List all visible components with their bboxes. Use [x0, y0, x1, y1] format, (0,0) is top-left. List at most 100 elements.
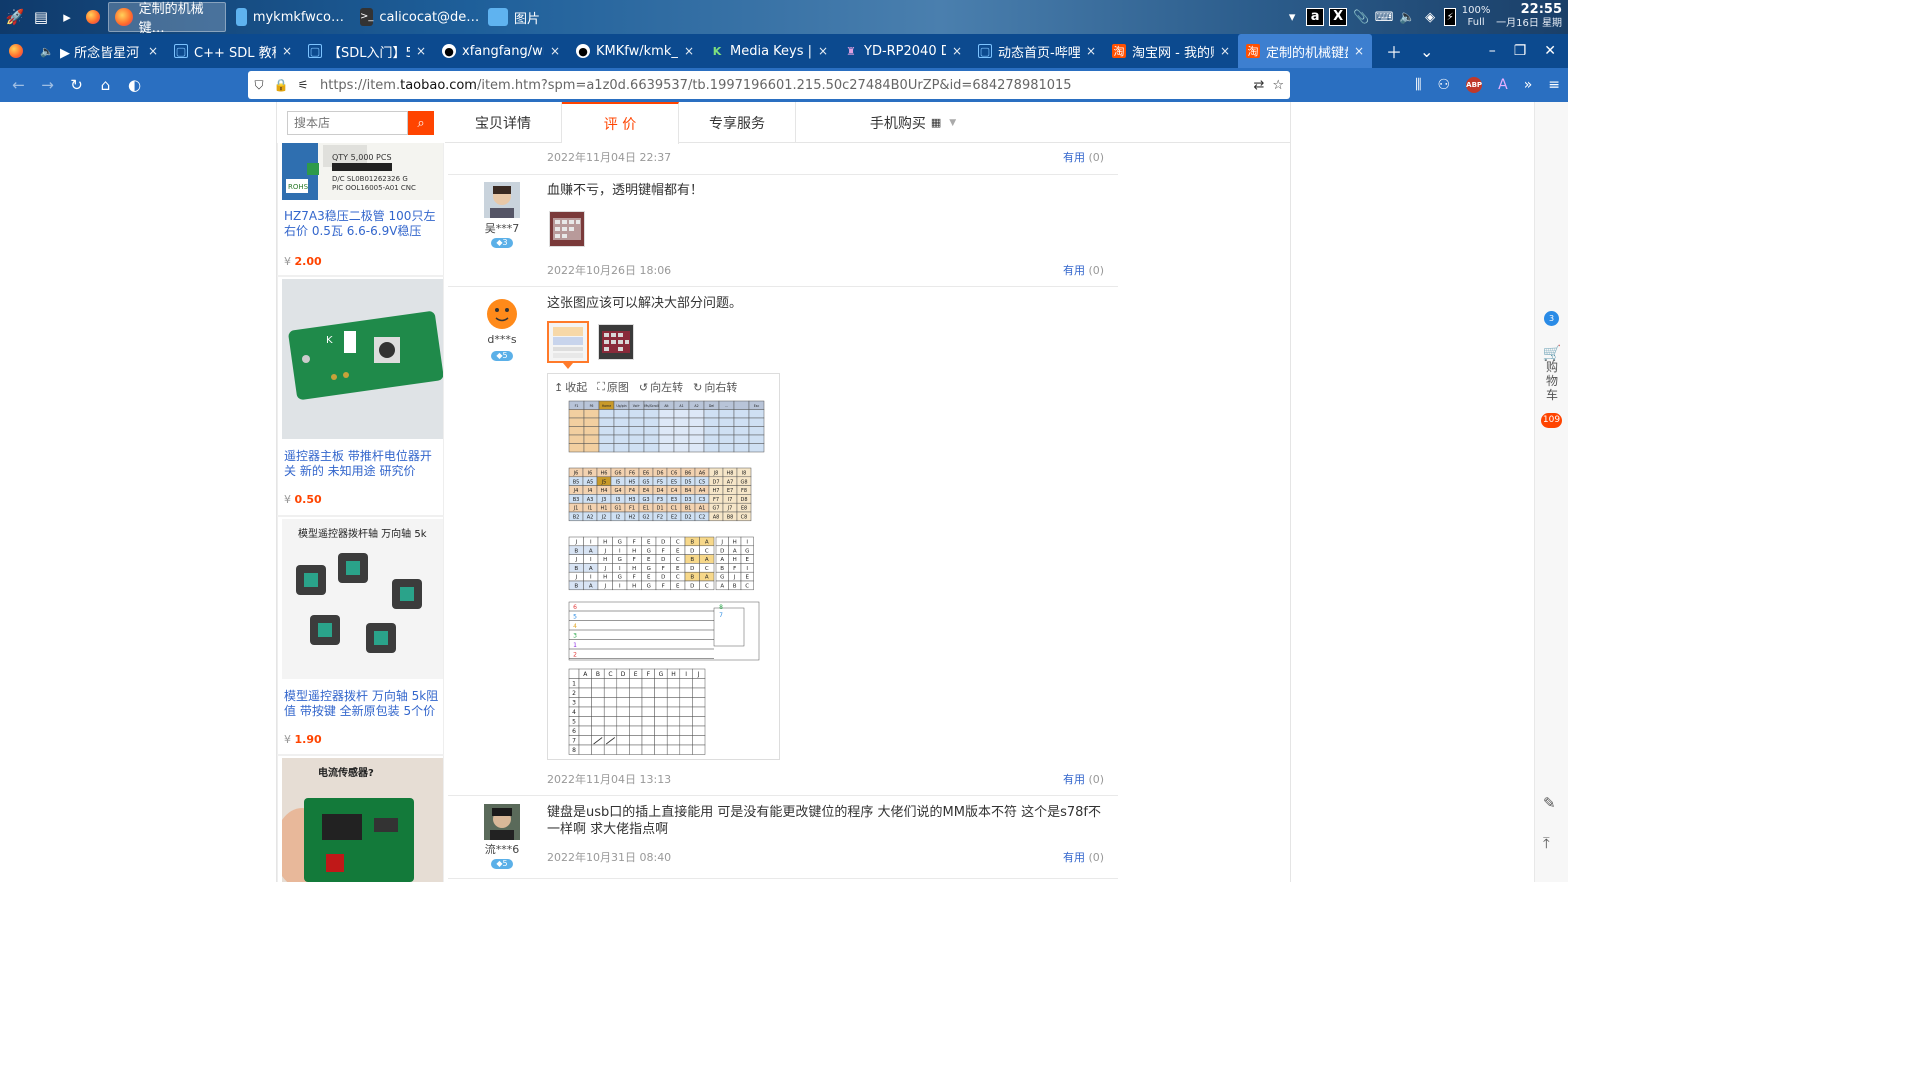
task-file-manager[interactable]: mykmkfwco…	[230, 2, 350, 32]
input-method-a-icon[interactable]: a	[1306, 8, 1325, 26]
url-text[interactable]: https://item.taobao.com/item.htm?spm=a1z…	[320, 78, 1253, 93]
firefox-view-button[interactable]	[0, 44, 32, 58]
reviewer-name[interactable]: 流***6	[477, 841, 527, 857]
review-photo-thumb-selected[interactable]	[547, 321, 589, 363]
tab-services[interactable]: 专享服务	[679, 102, 796, 143]
tab-close-icon[interactable]: ×	[818, 44, 828, 58]
useful-button[interactable]: 有用 (0)	[1063, 149, 1104, 165]
tab-close-icon[interactable]: ×	[1220, 44, 1230, 58]
translate-extension-icon[interactable]: A	[1498, 77, 1508, 93]
tab-bilibili-feed[interactable]: ▢ 动态首页-哔哩哔 ×	[970, 34, 1104, 68]
firefox-launcher-icon[interactable]	[82, 6, 104, 28]
lock-icon[interactable]: 🔒	[270, 78, 292, 92]
product-image[interactable]: 电流传感器?	[274, 758, 443, 882]
address-bar[interactable]: ⛉ 🔒 ⚟ https://item.taobao.com/item.htm?s…	[248, 71, 1290, 99]
restore-button[interactable]: ❐	[1514, 43, 1527, 59]
tab-mobile-buy[interactable]: 手机购买 ▦ ▼	[796, 102, 1030, 143]
task-images-folder[interactable]: 图片	[482, 2, 602, 32]
minimize-button[interactable]: –	[1489, 43, 1496, 59]
grid-cell-label: E	[676, 548, 680, 554]
task-terminal[interactable]: >_ calicocat@de…	[354, 2, 479, 32]
useful-button[interactable]: 有用 (0)	[1063, 262, 1104, 278]
keyboard-matrix-image[interactable]: F1 F6 Home Up/pin Vol+ Ms/Scroll Alt A1 A2 Del… Es…	[548, 374, 781, 761]
close-window-button[interactable]: ✕	[1544, 43, 1556, 59]
tab-kmk-media-keys[interactable]: K Media Keys | KM ×	[702, 34, 836, 68]
review-photo-thumb[interactable]	[549, 211, 585, 247]
grid-cell	[578, 678, 592, 689]
product-title[interactable]: 模型遥控器拨杆 万向轴 5k阻值 带按键 全新原包装 5个价	[284, 689, 442, 719]
tab-close-icon[interactable]: ×	[1354, 44, 1364, 58]
avatar[interactable]	[484, 182, 520, 218]
terminal-launcher-icon[interactable]: ▸	[56, 6, 78, 28]
tray-expand-icon[interactable]: ▾	[1283, 8, 1301, 26]
product-image[interactable]: K	[282, 279, 444, 439]
shield-icon[interactable]: ⛉	[248, 78, 270, 93]
rocket-launcher-icon[interactable]: 🚀	[4, 6, 26, 28]
back-button[interactable]: ←	[4, 71, 33, 99]
volume-icon[interactable]: 🔈	[1398, 8, 1416, 26]
recommended-product[interactable]: QTY 5,000 PCS D/C SL0B01262326 G PIC OOL…	[277, 143, 444, 275]
file-manager-launcher-icon[interactable]: ▤	[30, 6, 52, 28]
recommended-product[interactable]: K 遥控器主板 带推杆电位器开关 新的 未知用途 研究价 ¥ 0.50	[277, 277, 444, 517]
bookmark-star-icon[interactable]: ☆	[1272, 78, 1284, 93]
recommended-product[interactable]: 模型遥控器拨杆轴 万向轴 5k 模型遥控器拨杆 万向轴 5k阻值 带按键 全新原…	[277, 517, 444, 755]
battery-icon[interactable]: ⚡	[1444, 8, 1457, 26]
tab-music[interactable]: 🔈 ▶ 所念皆星河 - ( ×	[32, 34, 166, 68]
library-icon[interactable]: ⫼	[1415, 77, 1421, 93]
product-title[interactable]: 遥控器主板 带推杆电位器开关 新的 未知用途 研究价	[284, 449, 442, 479]
tab-close-icon[interactable]: ×	[550, 44, 560, 58]
overflow-menu-icon[interactable]: »	[1524, 77, 1533, 93]
product-image[interactable]: QTY 5,000 PCS D/C SL0B01262326 G PIC OOL…	[282, 143, 444, 200]
tab-current-keyboard[interactable]: 淘 定制的机械键盘 ×	[1238, 34, 1372, 68]
list-all-tabs-button[interactable]: ⌄	[1420, 42, 1433, 61]
forward-button[interactable]: →	[33, 71, 62, 99]
new-tab-button[interactable]: ＋	[1386, 39, 1402, 63]
reviewer-name[interactable]: d***s	[477, 333, 527, 346]
tab-close-icon[interactable]: ×	[1086, 44, 1096, 58]
useful-button[interactable]: 有用 (0)	[1063, 849, 1104, 865]
clock[interactable]: 22:55 一月16日 星期	[1496, 3, 1562, 31]
notification-badge[interactable]: 3	[1544, 311, 1559, 326]
tab-close-icon[interactable]: ×	[148, 44, 158, 58]
tab-taobao-cart[interactable]: 淘 淘宝网 - 我的购物 ×	[1104, 34, 1238, 68]
avatar[interactable]	[484, 804, 520, 840]
translate-icon[interactable]: ⇄	[1253, 78, 1264, 93]
grid-cell	[666, 725, 681, 736]
task-firefox[interactable]: 定制的机械键…	[108, 2, 226, 36]
home-button[interactable]: ⌂	[91, 71, 120, 99]
wifi-icon[interactable]: ◈	[1421, 8, 1439, 26]
shop-search-input[interactable]	[287, 111, 408, 135]
useful-button[interactable]: 有用 (0)	[1063, 771, 1104, 787]
reload-button[interactable]: ↻	[62, 71, 91, 99]
tab-reviews[interactable]: 评 价	[562, 102, 679, 144]
product-image[interactable]: 模型遥控器拨杆轴 万向轴 5k	[282, 519, 443, 679]
permissions-icon[interactable]: ⚟	[292, 78, 314, 92]
tab-yd-rp2040[interactable]: ♜ YD-RP2040 Dow ×	[836, 34, 970, 68]
search-button[interactable]: ⌕	[408, 111, 434, 135]
tab-close-icon[interactable]: ×	[684, 44, 694, 58]
tab-sdl-tutorial[interactable]: ▢ C++ SDL 教程#0 ×	[166, 34, 300, 68]
tab-github-wiliv[interactable]: ● xfangfang/wiliv ×	[434, 34, 568, 68]
sync-account-icon[interactable]: ⚇	[1438, 77, 1451, 93]
grid-cell	[568, 417, 585, 427]
tab-item-details[interactable]: 宝贝详情	[445, 102, 562, 143]
review-photo-thumb[interactable]	[598, 324, 634, 360]
tab-close-icon[interactable]: ×	[282, 44, 292, 58]
shopping-cart-button[interactable]: 🛒 购 物 车	[1542, 346, 1562, 403]
input-method-mode-icon[interactable]: Ⅹ	[1329, 8, 1348, 26]
tab-close-icon[interactable]: ×	[952, 44, 962, 58]
tab-github-kmk[interactable]: ● KMKfw/kmk_fir ×	[568, 34, 702, 68]
tab-sdl-intro[interactable]: ▢ 【SDL入门】5 R ×	[300, 34, 434, 68]
keyboard-icon[interactable]: ⌨	[1375, 8, 1394, 26]
product-title[interactable]: HZ7A3稳压二极管 100只左右价 0.5瓦 6.6-6.9V稳压	[284, 209, 442, 239]
reviewer-name[interactable]: 吴***7	[477, 220, 527, 236]
recommended-product[interactable]: 电流传感器?	[274, 756, 444, 882]
feedback-pencil-icon[interactable]: ✎	[1543, 794, 1556, 812]
clipboard-icon[interactable]: 📎	[1352, 8, 1370, 26]
avatar[interactable]	[484, 295, 520, 331]
extension-button[interactable]: ◐	[120, 71, 149, 99]
hamburger-menu-icon[interactable]: ≡	[1548, 77, 1560, 93]
back-to-top-icon[interactable]: ⤒	[1543, 834, 1550, 852]
adblock-icon[interactable]: ABP	[1466, 77, 1483, 93]
tab-close-icon[interactable]: ×	[416, 44, 426, 58]
